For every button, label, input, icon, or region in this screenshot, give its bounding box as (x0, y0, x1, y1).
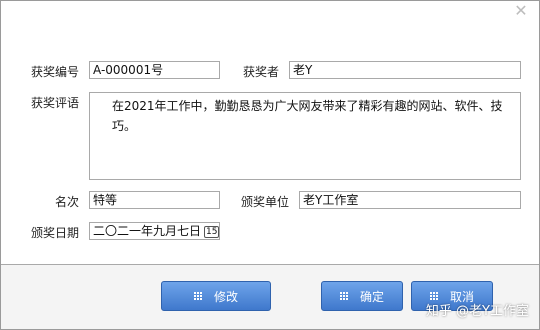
date-value: 二〇二一年九月七日 (93, 224, 202, 238)
winner-label: 获奖者 (243, 65, 280, 79)
calendar-icon[interactable]: 15 (204, 226, 219, 238)
edit-button[interactable]: 修改 (161, 281, 271, 311)
date-label: 颁奖日期 (31, 226, 80, 240)
award-no-field[interactable]: A-000001号 (89, 61, 220, 79)
button-bar: 修改 确定 取消 知乎 @老Y工作室 (1, 265, 539, 329)
ok-button[interactable]: 确定 (321, 281, 403, 311)
award-no-label: 获奖编号 (31, 65, 80, 79)
edit-button-label: 修改 (213, 289, 238, 304)
winner-field[interactable]: 老Y (289, 61, 521, 79)
comment-textarea[interactable]: 在2021年工作中，勤勤恳恳为广大网友带来了精彩有趣的网站、软件、技巧。 (89, 92, 521, 180)
rank-field[interactable]: 特等 (89, 191, 220, 209)
close-icon[interactable]: ✕ (513, 3, 529, 19)
grid-icon (339, 292, 348, 300)
grid-icon (429, 292, 438, 300)
date-field[interactable]: 二〇二一年九月七日 15 (89, 222, 220, 240)
comment-label: 获奖评语 (31, 96, 80, 110)
issuer-label: 颁奖单位 (241, 195, 290, 209)
award-dialog: ✕ 获奖编号 A-000001号 获奖者 老Y 获奖评语 在2021年工作中，勤… (0, 0, 540, 330)
issuer-field[interactable]: 老Y工作室 (299, 191, 521, 209)
grid-icon (193, 292, 202, 300)
rank-label: 名次 (55, 195, 80, 209)
ok-button-label: 确定 (359, 289, 384, 304)
watermark: 知乎 @老Y工作室 (425, 304, 529, 319)
